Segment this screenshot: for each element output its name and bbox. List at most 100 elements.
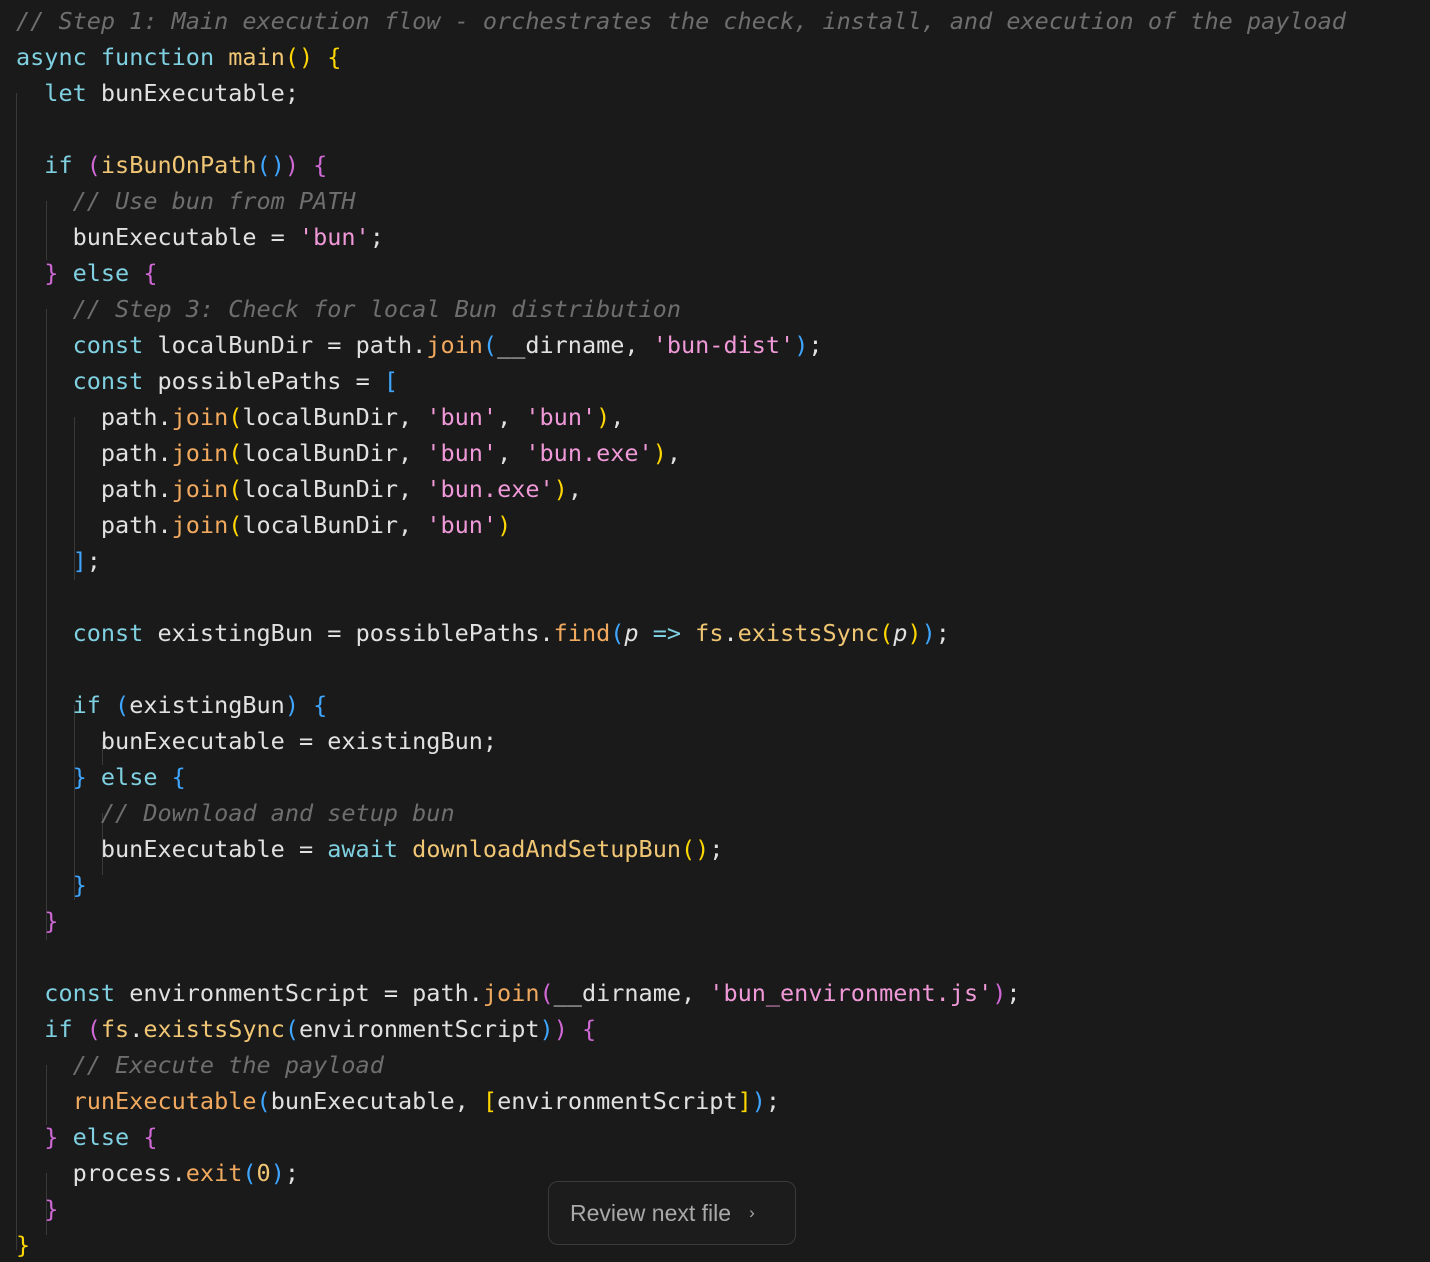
code-token: { xyxy=(327,43,342,71)
code-token: existsSync xyxy=(143,1015,285,1043)
code-token: ) xyxy=(553,1015,568,1043)
code-line: } else { xyxy=(16,255,1346,291)
code-token: 'bun' xyxy=(426,403,498,431)
code-token: . xyxy=(723,619,738,647)
code-line: const environmentScript = path.join(__di… xyxy=(16,975,1346,1011)
code-token: bunExecutable = xyxy=(16,835,328,863)
code-token: , xyxy=(567,475,582,503)
code-token: else xyxy=(72,259,130,287)
code-token: // Use bun from PATH xyxy=(72,187,356,215)
code-token: // Download and setup bun xyxy=(100,799,455,827)
code-token: ; xyxy=(86,547,101,575)
code-token: { xyxy=(171,763,186,791)
code-token: [ xyxy=(383,367,399,395)
code-token: ] xyxy=(72,547,87,575)
code-token: { xyxy=(313,151,328,179)
code-token: () xyxy=(284,43,314,71)
code-token: async xyxy=(16,43,87,71)
code-line: } xyxy=(16,903,1346,939)
code-token: ( xyxy=(228,511,243,539)
code-token: ) xyxy=(794,331,809,359)
code-token: // Execute the payload xyxy=(72,1051,384,1079)
code-token: . xyxy=(129,1015,144,1043)
code-line: if (fs.existsSync(environmentScript)) { xyxy=(16,1011,1346,1047)
code-token: path. xyxy=(16,511,172,539)
code-token: } xyxy=(44,907,59,935)
code-token: __dirname, xyxy=(497,331,653,359)
code-token: // Step 1: Main execution flow - orchest… xyxy=(16,7,1346,35)
code-token: ) xyxy=(539,1015,554,1043)
code-token: find xyxy=(553,619,611,647)
code-token: } xyxy=(72,871,87,899)
code-token: // Step 3: Check for local Bun distribut… xyxy=(72,295,681,323)
code-token: , xyxy=(666,439,682,467)
code-token: ; xyxy=(284,1159,299,1187)
review-next-file-button[interactable]: Review next file › xyxy=(548,1181,796,1245)
code-token: existingBun = possiblePaths. xyxy=(143,619,554,647)
code-token: ( xyxy=(284,1015,299,1043)
code-token: { xyxy=(313,691,328,719)
code-token: ; xyxy=(369,223,384,251)
code-token: ( xyxy=(482,331,498,359)
code-token: p xyxy=(893,619,908,647)
code-token: let xyxy=(44,79,87,107)
code-token: ( xyxy=(256,1087,271,1115)
code-token: localBunDir, xyxy=(242,511,427,539)
code-line: bunExecutable = existingBun; xyxy=(16,723,1346,759)
code-token: const xyxy=(72,619,144,647)
code-line: path.join(localBunDir, 'bun', 'bun'), xyxy=(16,399,1346,435)
code-token: ; xyxy=(808,331,823,359)
code-token: ( xyxy=(228,475,243,503)
code-token: ) xyxy=(497,511,512,539)
code-token: ( xyxy=(115,691,130,719)
code-token: ] xyxy=(737,1087,752,1115)
code-line: path.join(localBunDir, 'bun.exe'), xyxy=(16,471,1346,507)
code-token: join xyxy=(482,979,540,1007)
code-token: join xyxy=(171,511,229,539)
review-next-file-label: Review next file xyxy=(570,1199,732,1226)
code-line: let bunExecutable; xyxy=(16,75,1346,111)
code-token: bunExecutable, xyxy=(270,1087,483,1115)
code-token: } xyxy=(44,259,59,287)
code-token: () xyxy=(681,835,710,863)
code-line: } else { xyxy=(16,759,1346,795)
code-token: runExecutable xyxy=(72,1087,257,1115)
code-token: ) xyxy=(907,619,922,647)
code-token: const xyxy=(72,331,144,359)
code-token: const xyxy=(72,367,144,395)
code-line: // Execute the payload xyxy=(16,1047,1346,1083)
code-token: path. xyxy=(16,403,172,431)
code-token: ) xyxy=(751,1087,766,1115)
code-editor[interactable]: // Step 1: Main execution flow - orchest… xyxy=(0,0,1430,1262)
code-token: ) xyxy=(921,619,936,647)
code-area[interactable]: // Step 1: Main execution flow - orchest… xyxy=(16,3,1346,1262)
code-token: p xyxy=(624,619,639,647)
code-line: if (existingBun) { xyxy=(16,687,1346,723)
code-token: ) xyxy=(284,691,299,719)
code-token: join xyxy=(426,331,483,359)
code-token: ( xyxy=(86,151,101,179)
code-line: // Step 3: Check for local Bun distribut… xyxy=(16,291,1346,327)
code-token: fs xyxy=(100,1015,130,1043)
code-line: // Download and setup bun xyxy=(16,795,1346,831)
code-token: 'bun' xyxy=(525,403,597,431)
code-token: ; xyxy=(935,619,950,647)
code-line: async function main() { xyxy=(16,39,1346,75)
